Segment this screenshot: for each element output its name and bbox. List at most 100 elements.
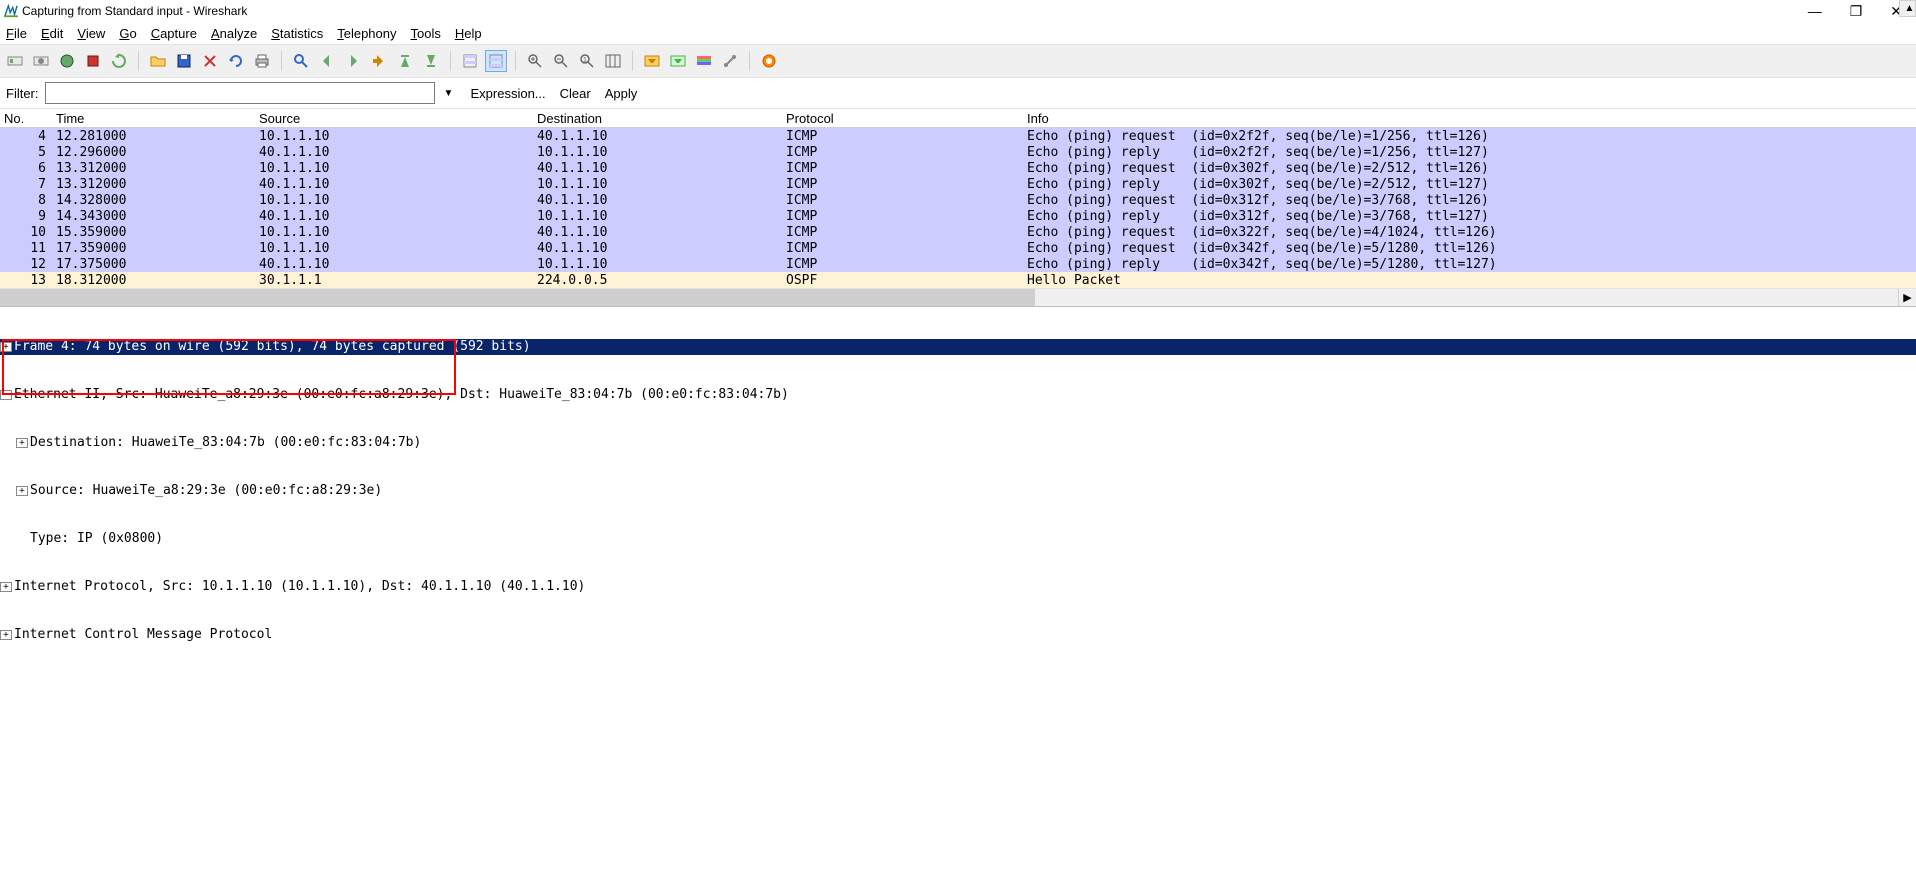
packet-row[interactable]: 613.31200010.1.1.1040.1.1.10ICMPEcho (pi… <box>0 160 1916 176</box>
packet-list-header: No. Time Source Destination Protocol Inf… <box>0 109 1916 128</box>
cell-source: 10.1.1.10 <box>255 161 533 176</box>
expression-button[interactable]: Expression... <box>471 86 546 101</box>
toolbar-separator <box>632 51 633 71</box>
zoom-reset-icon[interactable]: 1 <box>576 50 598 72</box>
cell-source: 10.1.1.10 <box>255 225 533 240</box>
colorize-icon[interactable] <box>459 50 481 72</box>
menu-go[interactable]: Go <box>119 26 136 41</box>
display-filters-icon[interactable] <box>667 50 689 72</box>
restart-capture-icon[interactable] <box>108 50 130 72</box>
packet-row[interactable]: 814.32800010.1.1.1040.1.1.10ICMPEcho (pi… <box>0 192 1916 208</box>
interfaces-icon[interactable] <box>4 50 26 72</box>
cell-destination: 40.1.1.10 <box>533 161 782 176</box>
help-icon[interactable] <box>758 50 780 72</box>
cell-no: 12 <box>0 257 52 272</box>
packet-row[interactable]: 412.28100010.1.1.1040.1.1.10ICMPEcho (pi… <box>0 128 1916 144</box>
cell-destination: 40.1.1.10 <box>533 225 782 240</box>
cell-destination: 224.0.0.5 <box>533 273 782 288</box>
apply-button[interactable]: Apply <box>605 86 638 101</box>
packet-row[interactable]: 1117.35900010.1.1.1040.1.1.10ICMPEcho (p… <box>0 240 1916 256</box>
column-protocol[interactable]: Protocol <box>782 111 1023 126</box>
cell-source: 40.1.1.10 <box>255 209 533 224</box>
tree-frame[interactable]: +Frame 4: 74 bytes on wire (592 bits), 7… <box>0 339 1916 355</box>
filter-input[interactable] <box>45 82 435 104</box>
go-back-icon[interactable] <box>316 50 338 72</box>
goto-last-icon[interactable] <box>420 50 442 72</box>
collapse-icon[interactable]: − <box>0 390 12 400</box>
maximize-button[interactable]: ❐ <box>1850 3 1863 20</box>
zoom-in-icon[interactable] <box>524 50 546 72</box>
packet-row[interactable]: 713.31200040.1.1.1010.1.1.10ICMPEcho (pi… <box>0 176 1916 192</box>
coloring-rules-icon[interactable] <box>693 50 715 72</box>
resize-columns-icon[interactable] <box>602 50 624 72</box>
autoscroll-icon[interactable] <box>485 50 507 72</box>
expand-icon[interactable]: + <box>16 486 28 496</box>
menu-view[interactable]: View <box>77 26 105 41</box>
save-file-icon[interactable] <box>173 50 195 72</box>
menu-analyze[interactable]: Analyze <box>211 26 257 41</box>
cell-protocol: OSPF <box>782 273 1023 288</box>
column-source[interactable]: Source <box>255 111 533 126</box>
stop-capture-icon[interactable] <box>82 50 104 72</box>
packet-row[interactable]: 914.34300040.1.1.1010.1.1.10ICMPEcho (pi… <box>0 208 1916 224</box>
go-forward-icon[interactable] <box>342 50 364 72</box>
column-destination[interactable]: Destination <box>533 111 782 126</box>
scroll-up-icon[interactable]: ▲ <box>1899 0 1916 17</box>
zoom-out-icon[interactable] <box>550 50 572 72</box>
tree-eth-src[interactable]: +Source: HuaweiTe_a8:29:3e (00:e0:fc:a8:… <box>0 483 1916 499</box>
tree-eth-type[interactable]: Type: IP (0x0800) <box>0 531 1916 547</box>
find-icon[interactable] <box>290 50 312 72</box>
cell-time: 13.312000 <box>52 177 255 192</box>
clear-button[interactable]: Clear <box>560 86 591 101</box>
expand-icon[interactable]: + <box>0 630 12 640</box>
expand-icon[interactable]: + <box>0 342 12 352</box>
scroll-right-icon[interactable]: ▶ <box>1898 289 1916 306</box>
start-capture-icon[interactable] <box>56 50 78 72</box>
preferences-icon[interactable] <box>719 50 741 72</box>
expand-icon[interactable]: + <box>0 582 12 592</box>
cell-no: 5 <box>0 145 52 160</box>
cell-source: 10.1.1.10 <box>255 193 533 208</box>
tree-eth-dst[interactable]: +Destination: HuaweiTe_83:04:7b (00:e0:f… <box>0 435 1916 451</box>
toolbar-separator <box>281 51 282 71</box>
minimize-button[interactable]: — <box>1808 3 1822 19</box>
menu-telephony[interactable]: Telephony <box>337 26 396 41</box>
expand-icon[interactable]: + <box>16 438 28 448</box>
goto-packet-icon[interactable] <box>368 50 390 72</box>
capture-filters-icon[interactable] <box>641 50 663 72</box>
menu-help[interactable]: Help <box>455 26 482 41</box>
menu-statistics[interactable]: Statistics <box>271 26 323 41</box>
cell-info: Hello Packet <box>1023 273 1916 288</box>
menu-file[interactable]: File <box>6 26 27 41</box>
goto-first-icon[interactable] <box>394 50 416 72</box>
reload-icon[interactable] <box>225 50 247 72</box>
cell-protocol: ICMP <box>782 145 1023 160</box>
packet-row[interactable]: 1217.37500040.1.1.1010.1.1.10ICMPEcho (p… <box>0 256 1916 272</box>
horizontal-scrollbar[interactable]: ▶ <box>0 288 1916 306</box>
menu-edit[interactable]: Edit <box>41 26 63 41</box>
tree-icmp[interactable]: +Internet Control Message Protocol <box>0 627 1916 643</box>
tree-ip[interactable]: +Internet Protocol, Src: 10.1.1.10 (10.1… <box>0 579 1916 595</box>
packet-row[interactable]: 1318.31200030.1.1.1224.0.0.5OSPFHello Pa… <box>0 272 1916 288</box>
cell-info: Echo (ping) request (id=0x342f, seq(be/l… <box>1023 241 1916 256</box>
close-file-icon[interactable] <box>199 50 221 72</box>
open-file-icon[interactable] <box>147 50 169 72</box>
menu-tools[interactable]: Tools <box>411 26 441 41</box>
cell-protocol: ICMP <box>782 209 1023 224</box>
print-icon[interactable] <box>251 50 273 72</box>
filter-dropdown-icon[interactable]: ▼ <box>441 88 457 99</box>
packet-row[interactable]: 1015.35900010.1.1.1040.1.1.10ICMPEcho (p… <box>0 224 1916 240</box>
cell-info: Echo (ping) request (id=0x302f, seq(be/l… <box>1023 161 1916 176</box>
menu-capture[interactable]: Capture <box>151 26 197 41</box>
scrollbar-thumb[interactable] <box>0 289 1035 306</box>
column-no[interactable]: No. <box>0 111 52 126</box>
cell-protocol: ICMP <box>782 225 1023 240</box>
cell-no: 7 <box>0 177 52 192</box>
packet-list[interactable]: 412.28100010.1.1.1040.1.1.10ICMPEcho (pi… <box>0 128 1916 288</box>
column-time[interactable]: Time <box>52 111 255 126</box>
column-info[interactable]: Info <box>1023 111 1916 126</box>
tree-ethernet[interactable]: −Ethernet II, Src: HuaweiTe_a8:29:3e (00… <box>0 387 1916 403</box>
packet-row[interactable]: 512.29600040.1.1.1010.1.1.10ICMPEcho (pi… <box>0 144 1916 160</box>
packet-details[interactable]: +Frame 4: 74 bytes on wire (592 bits), 7… <box>0 307 1916 659</box>
options-icon[interactable] <box>30 50 52 72</box>
